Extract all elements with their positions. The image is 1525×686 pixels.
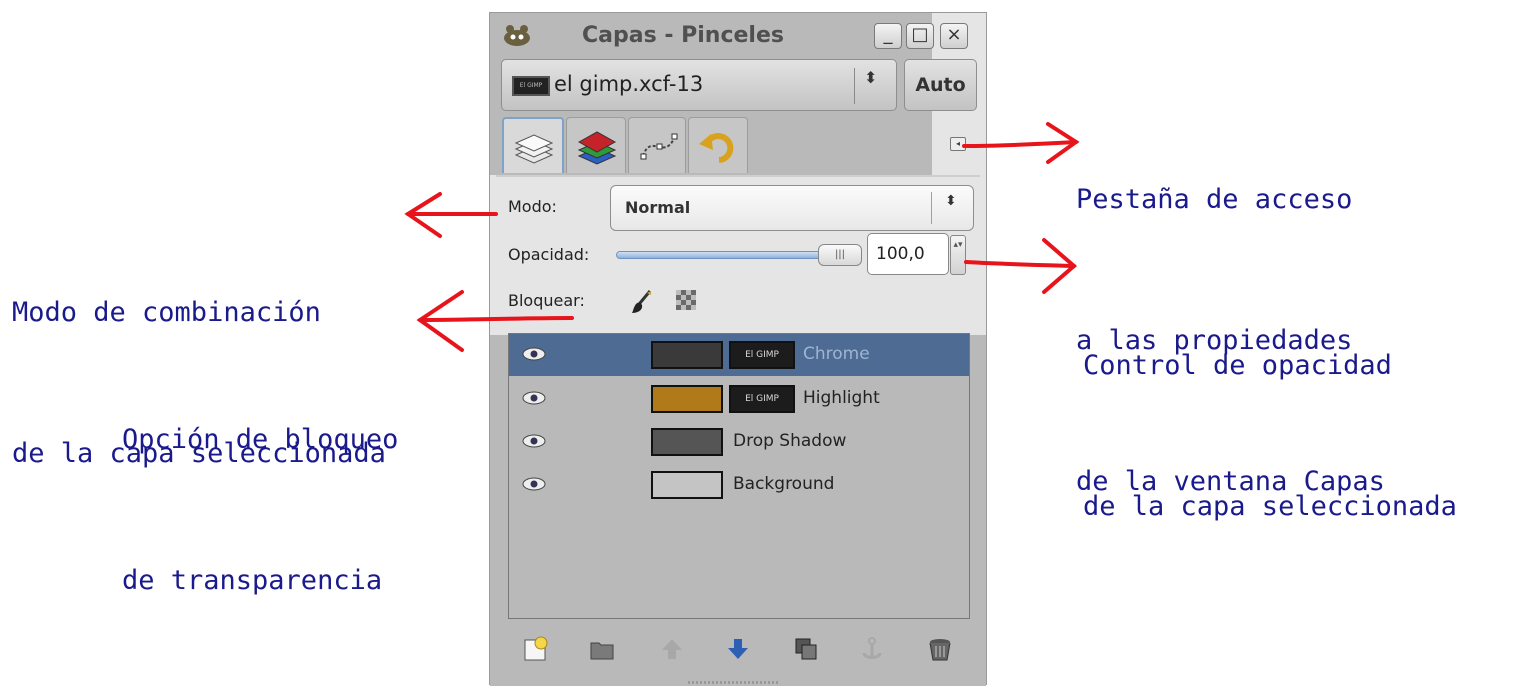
arrow-tab-menu bbox=[962, 140, 1078, 148]
arrow-opacity bbox=[964, 260, 1076, 268]
annotation-arrows bbox=[404, 122, 1080, 352]
arrow-lock bbox=[418, 316, 574, 322]
